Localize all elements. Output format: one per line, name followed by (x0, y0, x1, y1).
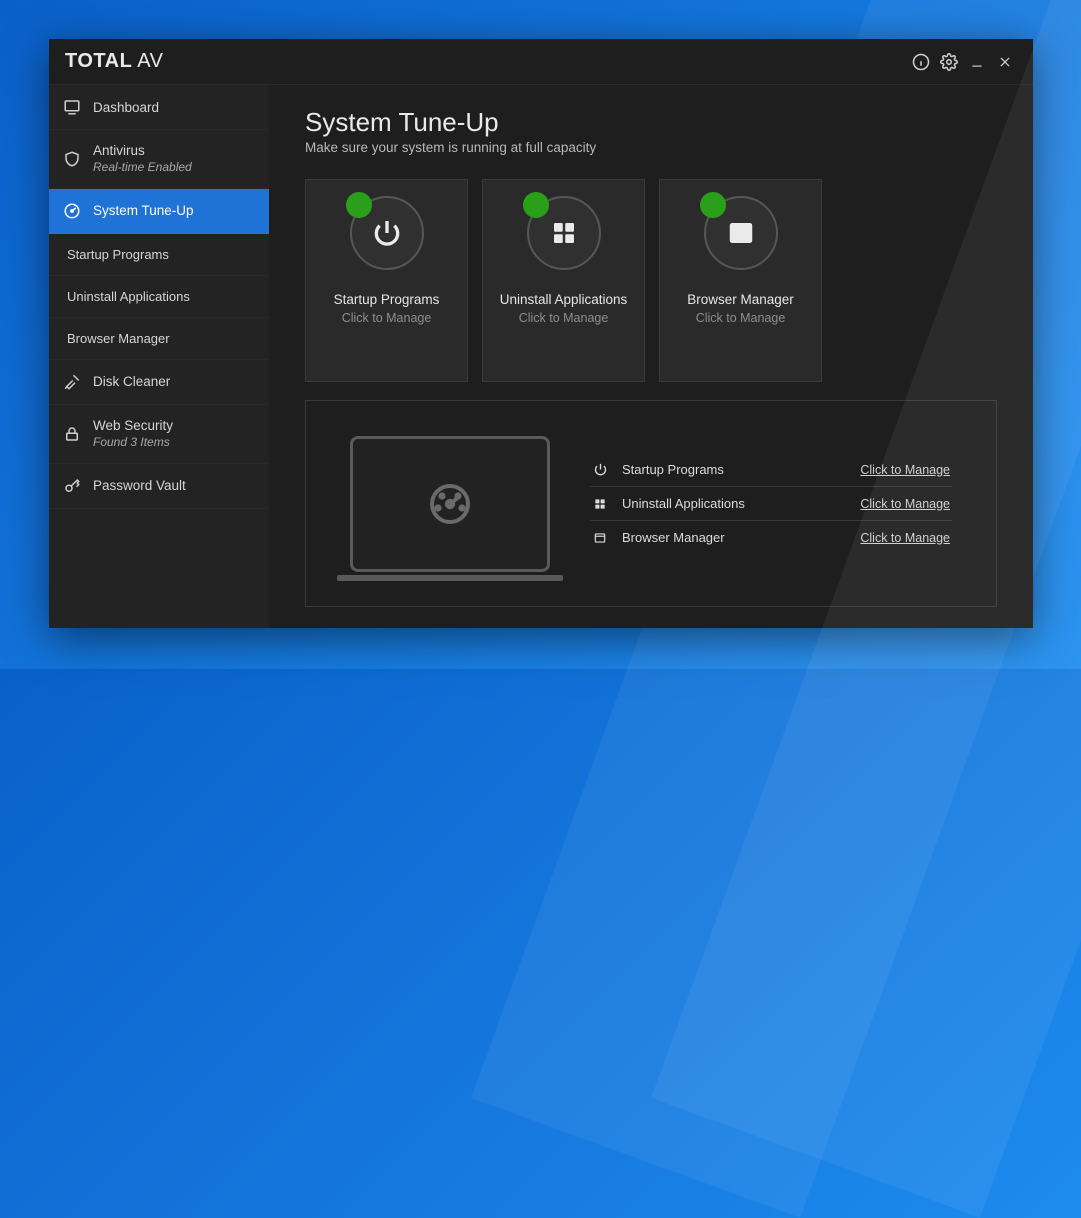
broom-icon (63, 373, 81, 391)
monitor-icon (63, 98, 81, 116)
row-startup: Startup Programs Click to Manage (590, 453, 952, 487)
sidebar-item-disk[interactable]: Disk Cleaner (49, 360, 269, 405)
status-dot-icon (700, 192, 726, 218)
apps-icon (592, 497, 608, 511)
sidebar-item-label: Web Security (93, 418, 173, 435)
sidebar-item-vault[interactable]: Password Vault (49, 464, 269, 509)
gauge-icon (426, 480, 474, 528)
sidebar-item-dashboard[interactable]: Dashboard (49, 85, 269, 130)
card-startup[interactable]: Startup Programs Click to Manage (305, 179, 468, 382)
lock-icon (63, 425, 81, 443)
laptop-illustration (350, 436, 550, 572)
page-subtitle: Make sure your system is running at full… (305, 140, 997, 155)
sidebar-item-label: Password Vault (93, 478, 186, 493)
summary-rows: Startup Programs Click to Manage Uninsta… (590, 453, 952, 554)
sidebar-item-uninstall[interactable]: Uninstall Applications (49, 276, 269, 318)
row-uninstall: Uninstall Applications Click to Manage (590, 487, 952, 521)
app-window: TOTAL AV Dashboard (49, 39, 1033, 628)
row-label: Browser Manager (622, 530, 725, 545)
sidebar-item-label: Browser Manager (67, 331, 170, 346)
sidebar-item-label: System Tune-Up (93, 203, 194, 218)
card-action: Click to Manage (696, 311, 786, 325)
sidebar-item-label: Startup Programs (67, 247, 169, 262)
titlebar: TOTAL AV (49, 39, 1033, 85)
sidebar-item-browser[interactable]: Browser Manager (49, 318, 269, 360)
sidebar-item-antivirus[interactable]: Antivirus Real-time Enabled (49, 130, 269, 189)
info-icon[interactable] (907, 48, 935, 76)
card-browser[interactable]: Browser Manager Click to Manage (659, 179, 822, 382)
row-label: Uninstall Applications (622, 496, 745, 511)
close-icon[interactable] (991, 48, 1019, 76)
window-icon (592, 531, 608, 545)
card-title: Startup Programs (334, 292, 440, 307)
sidebar-item-subtext: Real-time Enabled (93, 160, 192, 175)
status-dot-icon (523, 192, 549, 218)
sidebar-item-label: Dashboard (93, 100, 159, 115)
card-action: Click to Manage (342, 311, 432, 325)
row-browser: Browser Manager Click to Manage (590, 521, 952, 554)
sidebar: Dashboard Antivirus Real-time Enabled Sy… (49, 85, 269, 628)
sidebar-item-startup[interactable]: Startup Programs (49, 234, 269, 276)
sidebar-item-label: Disk Cleaner (93, 374, 170, 389)
minimize-icon[interactable] (963, 48, 991, 76)
row-label: Startup Programs (622, 462, 724, 477)
power-icon (592, 462, 608, 477)
power-icon (371, 217, 403, 249)
row-action-link[interactable]: Click to Manage (860, 497, 950, 511)
card-title: Uninstall Applications (500, 292, 628, 307)
sidebar-item-label: Antivirus (93, 143, 192, 160)
brand: TOTAL AV (65, 50, 163, 73)
feature-cards: Startup Programs Click to Manage Uninsta… (305, 179, 997, 382)
apps-icon (549, 218, 579, 248)
main-content: System Tune-Up Make sure your system is … (269, 85, 1033, 628)
sidebar-item-subtext: Found 3 Items (93, 435, 173, 450)
row-action-link[interactable]: Click to Manage (860, 463, 950, 477)
gear-icon[interactable] (935, 48, 963, 76)
summary-panel: Startup Programs Click to Manage Uninsta… (305, 400, 997, 607)
key-icon (63, 477, 81, 495)
card-title: Browser Manager (687, 292, 794, 307)
row-action-link[interactable]: Click to Manage (860, 531, 950, 545)
card-action: Click to Manage (519, 311, 609, 325)
shield-icon (63, 150, 81, 168)
sidebar-item-tuneup[interactable]: System Tune-Up (49, 189, 269, 234)
card-uninstall[interactable]: Uninstall Applications Click to Manage (482, 179, 645, 382)
window-icon (726, 218, 756, 248)
page-title: System Tune-Up (305, 107, 997, 138)
sidebar-item-websec[interactable]: Web Security Found 3 Items (49, 405, 269, 464)
gauge-icon (63, 202, 81, 220)
status-dot-icon (346, 192, 372, 218)
sidebar-item-label: Uninstall Applications (67, 289, 190, 304)
